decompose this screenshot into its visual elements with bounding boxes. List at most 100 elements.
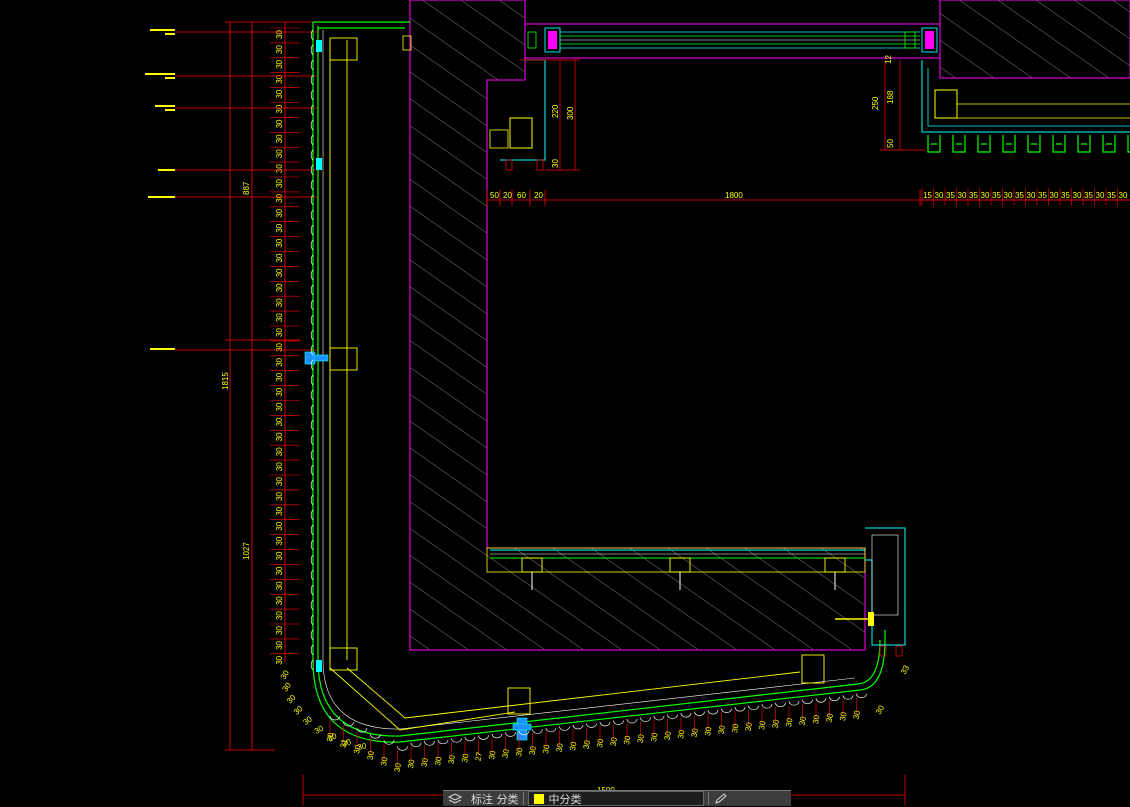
tick-label: 30 bbox=[275, 223, 284, 232]
tick-label: 30 bbox=[1027, 191, 1036, 200]
clip bbox=[1077, 135, 1091, 153]
tick-label: 30 bbox=[275, 521, 284, 530]
tick-label: 30 bbox=[275, 611, 284, 620]
tick-label: 35 bbox=[1107, 191, 1116, 200]
tick-label: 30 bbox=[275, 402, 284, 411]
edit-icon[interactable] bbox=[709, 791, 733, 806]
dim-1027: 1027 bbox=[242, 542, 251, 560]
tick-label: 30 bbox=[852, 709, 863, 720]
tick-label: 30 bbox=[285, 692, 298, 705]
dim-220: 220 bbox=[551, 104, 560, 118]
tick-label: 30 bbox=[275, 581, 284, 590]
tick-label: 30 bbox=[275, 491, 284, 500]
dim-250: 250 bbox=[871, 96, 880, 110]
scallop bbox=[437, 739, 449, 745]
tick-label: 30 bbox=[279, 668, 292, 681]
tick-label: 30 bbox=[275, 89, 284, 98]
dim-1815: 1815 bbox=[221, 372, 230, 390]
dim-50: 50 bbox=[886, 139, 895, 148]
scallop bbox=[707, 710, 719, 715]
tick-label: 30 bbox=[275, 44, 284, 53]
tick-label: 35 bbox=[969, 191, 978, 200]
tick-label: 30 bbox=[275, 208, 284, 217]
scallop bbox=[667, 714, 678, 719]
tick-label: 30 bbox=[1004, 191, 1013, 200]
scallop bbox=[694, 711, 705, 716]
scallop bbox=[748, 705, 759, 710]
scallop bbox=[775, 702, 786, 707]
tick-label: 30 bbox=[771, 718, 782, 729]
scallop bbox=[478, 735, 489, 740]
dim-top-50: 50 bbox=[490, 191, 499, 200]
scallop bbox=[761, 704, 773, 709]
tick-label: 30 bbox=[730, 723, 741, 734]
left-label-blocks bbox=[145, 29, 175, 350]
tick-label: 30 bbox=[1050, 191, 1059, 200]
scallop bbox=[788, 701, 800, 706]
tick-label: 30 bbox=[366, 750, 377, 761]
tick-label: 30 bbox=[275, 119, 284, 128]
tick-label: 30 bbox=[1073, 191, 1082, 200]
scallop bbox=[829, 696, 840, 702]
tick-label: 15 bbox=[923, 191, 932, 200]
tick-label: 30 bbox=[275, 342, 284, 351]
tick-label: 30 bbox=[275, 238, 284, 247]
tick-label: 30 bbox=[275, 149, 284, 158]
current-layer-dropdown[interactable]: 中分类 bbox=[527, 791, 704, 806]
tick-label: 30 bbox=[690, 727, 701, 738]
tick-label: 30 bbox=[447, 754, 458, 765]
clip bbox=[1102, 135, 1116, 153]
scallop bbox=[572, 724, 584, 730]
tick-label: 30 bbox=[528, 745, 539, 756]
tick-label: 30 bbox=[275, 447, 284, 456]
dim-top-1800: 1800 bbox=[725, 191, 743, 200]
scallop bbox=[640, 717, 651, 722]
scallop bbox=[451, 738, 462, 743]
dim-top-60: 60 bbox=[517, 191, 526, 200]
tick-label: 30 bbox=[292, 704, 305, 717]
tick-label: 30 bbox=[406, 758, 417, 769]
tick-label: 30 bbox=[487, 749, 498, 760]
tick-label: 30 bbox=[357, 741, 368, 752]
tick-label: 30 bbox=[1096, 191, 1105, 200]
tick-label: 30 bbox=[275, 59, 284, 68]
tick-label: 30 bbox=[609, 736, 620, 747]
left-dimension-chain bbox=[225, 21, 315, 751]
dim-300: 300 bbox=[566, 106, 575, 120]
scallop bbox=[532, 729, 543, 734]
layers-icon[interactable] bbox=[443, 791, 467, 806]
cad-drawing-canvas[interactable]: 30 30 30 30 30 30 30 30 30 30 30 30 30 30 30 30 30 30 30 30… bbox=[0, 0, 1130, 805]
scallop bbox=[613, 720, 624, 725]
tick-label: 30 bbox=[981, 191, 990, 200]
scallop bbox=[842, 695, 854, 700]
tick-label: 30 bbox=[568, 740, 579, 751]
tick-label: 30 bbox=[275, 432, 284, 441]
tick-label: 30 bbox=[958, 191, 967, 200]
tick-label: 35 bbox=[1038, 191, 1047, 200]
tick-label: 30 bbox=[275, 313, 284, 322]
tick-label: 30 bbox=[663, 730, 674, 741]
tick-label: 30 bbox=[798, 715, 809, 726]
tick-label: 30 bbox=[275, 298, 284, 307]
scallop bbox=[505, 732, 516, 737]
clip bbox=[1052, 135, 1066, 153]
tick-label: 30 bbox=[275, 328, 284, 337]
tick-label: 30 bbox=[393, 762, 404, 773]
dim-top-20a: 20 bbox=[503, 191, 512, 200]
tick-label: 35 bbox=[1015, 191, 1024, 200]
scallop bbox=[680, 713, 692, 718]
tick-label: 30 bbox=[838, 711, 849, 722]
tick-label: 30 bbox=[275, 193, 284, 202]
tick-label: 30 bbox=[460, 752, 471, 763]
tick-label: 30 bbox=[379, 756, 390, 767]
tick-label: 30 bbox=[433, 755, 444, 766]
tick-label: 30 bbox=[676, 729, 687, 740]
layer-category-label[interactable]: 标注 分类 bbox=[467, 791, 523, 806]
tick-label: 30 bbox=[935, 191, 944, 200]
scallop bbox=[397, 746, 408, 751]
tick-label: 35 bbox=[1061, 191, 1070, 200]
tick-label: 30 bbox=[420, 757, 431, 768]
scallop bbox=[721, 708, 732, 713]
tick-label: 30 bbox=[703, 726, 714, 737]
scallop bbox=[626, 718, 638, 724]
